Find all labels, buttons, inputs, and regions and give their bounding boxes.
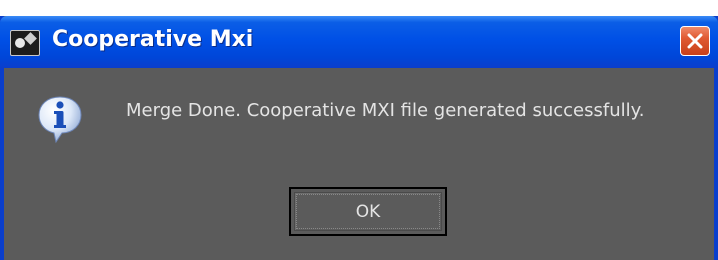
app-icon [10,30,40,56]
window-title: Cooperative Mxi [52,27,254,52]
close-button[interactable] [680,26,710,56]
dialog-message: Merge Done. Cooperative MXI file generat… [126,100,645,121]
info-icon [36,94,84,146]
ok-button-label: OK [355,201,381,222]
ok-button[interactable]: OK [289,187,447,236]
message-dialog: Cooperative Mxi Merge Done. Cooperative … [0,16,718,260]
close-icon [687,33,703,49]
title-bar[interactable]: Cooperative Mxi [0,16,718,68]
